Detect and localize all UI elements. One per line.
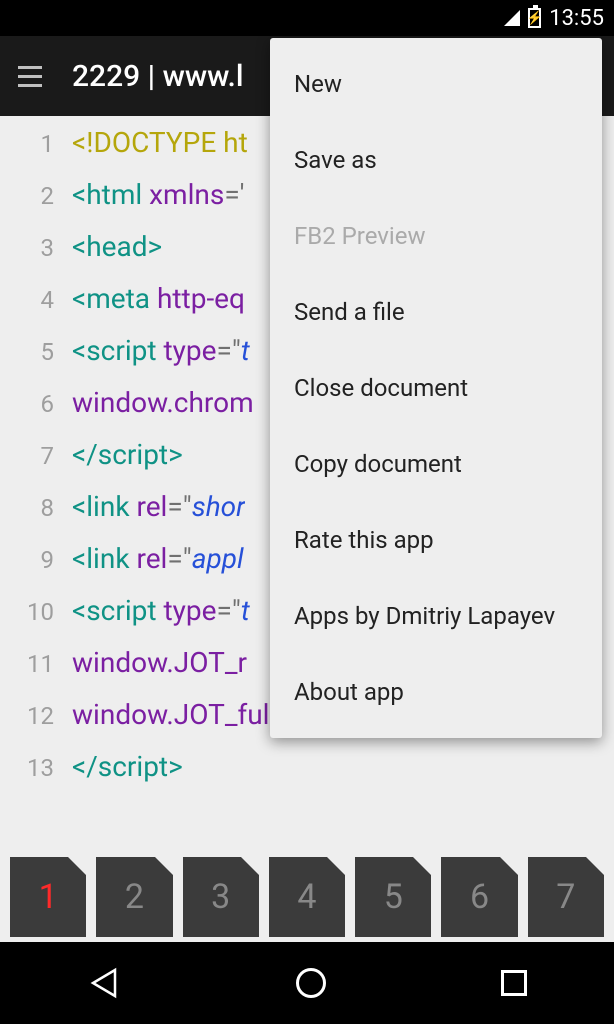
menu-item[interactable]: Save as	[270, 122, 602, 198]
line-number: 9	[0, 546, 72, 574]
recents-icon[interactable]	[501, 970, 527, 996]
code-content[interactable]: window.JOT_r	[72, 646, 247, 679]
file-tab[interactable]: 1	[10, 857, 86, 937]
menu-item[interactable]: About app	[270, 654, 602, 730]
line-number: 1	[0, 130, 72, 158]
code-content[interactable]: <link rel="shor	[72, 490, 245, 523]
menu-item[interactable]: Send a file	[270, 274, 602, 350]
code-line[interactable]: 13</script>	[0, 750, 614, 802]
menu-icon[interactable]	[18, 66, 42, 87]
line-number: 10	[0, 598, 72, 626]
code-content[interactable]: <html xmlns='	[72, 178, 245, 211]
overflow-menu: NewSave asFB2 PreviewSend a fileClose do…	[270, 38, 602, 738]
home-icon[interactable]	[296, 968, 326, 998]
file-tab[interactable]: 2	[96, 857, 172, 937]
status-bar: ⚡ 13:55	[0, 0, 614, 36]
status-time: 13:55	[549, 6, 604, 31]
menu-item[interactable]: New	[270, 46, 602, 122]
line-number: 12	[0, 702, 72, 730]
line-number: 4	[0, 286, 72, 314]
line-number: 13	[0, 754, 72, 782]
menu-item[interactable]: Close document	[270, 350, 602, 426]
code-content[interactable]: window.chrom	[72, 386, 254, 419]
menu-item: FB2 Preview	[270, 198, 602, 274]
menu-item[interactable]: Rate this app	[270, 502, 602, 578]
line-number: 11	[0, 650, 72, 678]
file-tab[interactable]: 4	[269, 857, 345, 937]
code-content[interactable]: <script type="t	[72, 594, 250, 627]
back-icon[interactable]	[87, 966, 121, 1000]
menu-item[interactable]: Copy document	[270, 426, 602, 502]
code-content[interactable]: </script>	[72, 438, 183, 471]
code-content[interactable]: <script type="t	[72, 334, 250, 367]
file-tab[interactable]: 6	[441, 857, 517, 937]
battery-charging-icon: ⚡	[528, 8, 541, 28]
file-tab[interactable]: 3	[183, 857, 259, 937]
file-tab[interactable]: 5	[355, 857, 431, 937]
line-number: 8	[0, 494, 72, 522]
code-content[interactable]: <meta http-eq	[72, 282, 245, 315]
file-tab[interactable]: 7	[528, 857, 604, 937]
code-content[interactable]: <head>	[72, 230, 162, 263]
line-number: 3	[0, 234, 72, 262]
line-number: 5	[0, 338, 72, 366]
code-content[interactable]: <!DOCTYPE ht	[72, 126, 248, 159]
line-number: 7	[0, 442, 72, 470]
code-content[interactable]: </script>	[72, 750, 183, 783]
file-tabs: 1234567	[0, 852, 614, 942]
android-nav-bar	[0, 942, 614, 1024]
menu-item[interactable]: Apps by Dmitriy Lapayev	[270, 578, 602, 654]
line-number: 2	[0, 182, 72, 210]
signal-icon	[504, 10, 520, 26]
code-content[interactable]: <link rel="appl	[72, 542, 244, 575]
app-title: 2229 | www.l	[72, 59, 244, 94]
line-number: 6	[0, 390, 72, 418]
